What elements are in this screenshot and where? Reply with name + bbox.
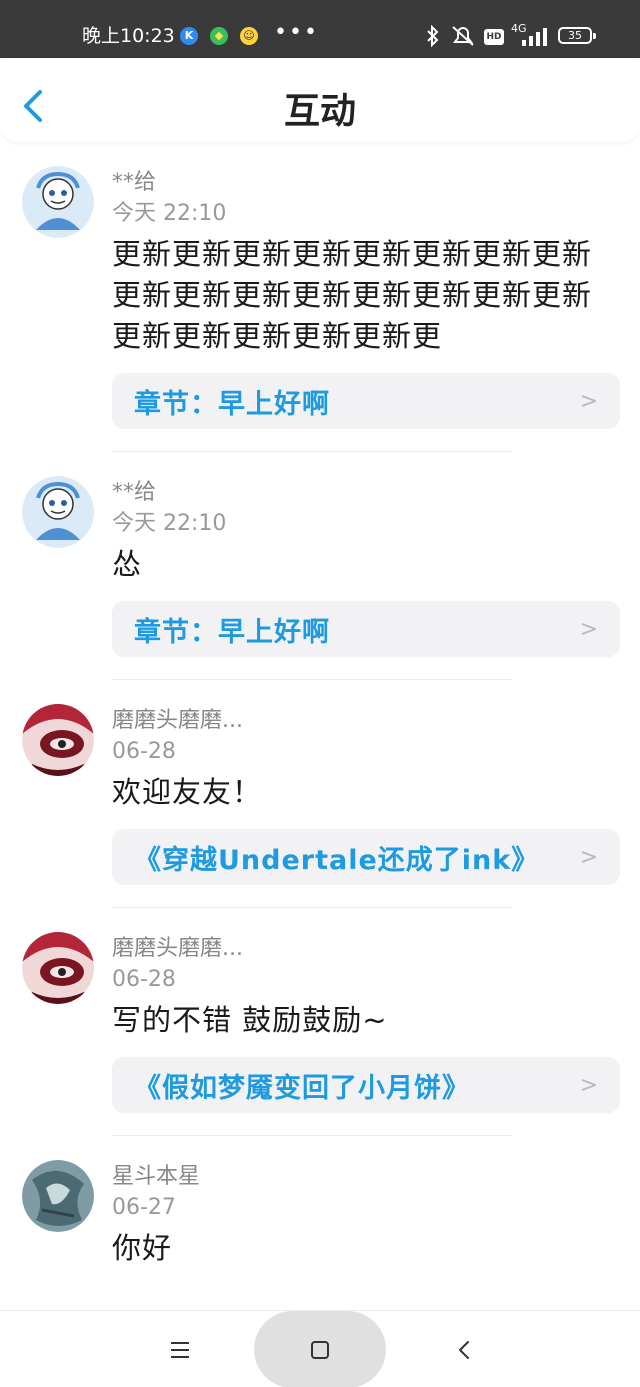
home-square-icon	[311, 1340, 329, 1359]
interaction-item: 星斗本星 06-27 你好	[0, 1136, 640, 1269]
timestamp: 06-28	[112, 739, 176, 764]
timestamp: 今天 22:10	[112, 201, 227, 226]
back-icon	[459, 1340, 469, 1359]
chapter-link-card[interactable]: 章节：早上好啊 >	[112, 601, 620, 657]
menu-icon	[171, 1341, 189, 1358]
nav-home-button[interactable]	[290, 1311, 350, 1387]
timestamp: 06-27	[112, 1195, 176, 1220]
hd-badge: HD	[484, 29, 504, 45]
signal-icon	[522, 28, 547, 46]
chevron-right-icon: >	[579, 1072, 598, 1098]
app-notification-icon-green: ◆	[210, 27, 228, 45]
interaction-item: **给 今天 22:10 怂 章节：早上好啊 >	[0, 452, 640, 680]
chevron-right-icon: >	[579, 844, 598, 870]
interaction-item: 磨磨头磨磨... 06-28 写的不错 鼓励鼓励~ 《假如梦魇变回了小月饼》 >	[0, 908, 640, 1136]
book-link-text: 《假如梦魇变回了小月饼》	[134, 1072, 470, 1104]
book-link-card[interactable]: 《穿越Undertale还成了ink》 >	[112, 829, 620, 885]
book-link-card[interactable]: 《假如梦魇变回了小月饼》 >	[112, 1057, 620, 1113]
app-notification-icon-yellow: ☺	[240, 27, 258, 45]
chevron-right-icon: >	[579, 388, 598, 414]
app-notification-icon-k: K	[180, 27, 198, 45]
chapter-link-text: 章节：早上好啊	[134, 388, 330, 420]
status-bar: 晚上10:23 K ◆ ☺ ••• HD 4G 35	[0, 0, 640, 58]
chapter-link-text: 章节：早上好啊	[134, 616, 330, 648]
user-avatar[interactable]	[22, 704, 94, 776]
mute-alarm-icon	[452, 26, 474, 46]
interaction-feed: **给 今天 22:10 更新更新更新更新更新更新更新更新更新更新更新更新更新更…	[0, 142, 640, 1310]
comment-content: 欢迎友友！	[112, 775, 263, 809]
bluetooth-icon	[427, 25, 439, 47]
user-avatar[interactable]	[22, 476, 94, 548]
more-notifications-icon: •••	[274, 20, 319, 45]
username: **给	[112, 480, 157, 505]
comment-content: 更新更新更新更新更新更新更新更新更新更新更新更新更新更新更新更新更新更新更新更新…	[112, 237, 593, 353]
nav-back-button[interactable]	[434, 1311, 494, 1387]
username: **给	[112, 170, 157, 195]
comment-content: 写的不错 鼓励鼓励~	[112, 1003, 388, 1037]
system-navigation-bar	[0, 1310, 640, 1387]
username: 磨磨头磨磨...	[112, 708, 243, 733]
page-title: 互动	[283, 91, 356, 132]
chapter-link-card[interactable]: 章节：早上好啊 >	[112, 373, 620, 429]
status-time: 晚上10:23	[82, 25, 175, 47]
username: 星斗本星	[112, 1164, 201, 1189]
user-avatar[interactable]	[22, 1160, 94, 1232]
user-avatar[interactable]	[22, 932, 94, 1004]
nav-menu-button[interactable]	[150, 1311, 210, 1387]
comment-content: 你好	[112, 1231, 173, 1265]
battery-indicator: 35	[558, 27, 596, 44]
username: 磨磨头磨磨...	[112, 936, 243, 961]
chevron-right-icon: >	[579, 616, 598, 642]
book-link-text: 《穿越Undertale还成了ink》	[134, 844, 540, 876]
interaction-item: 磨磨头磨磨... 06-28 欢迎友友！ 《穿越Undertale还成了ink》…	[0, 680, 640, 908]
comment-content: 怂	[112, 547, 143, 581]
timestamp: 今天 22:10	[112, 511, 227, 536]
user-avatar[interactable]	[22, 166, 94, 238]
page-header: 互动	[0, 58, 640, 142]
interaction-item: **给 今天 22:10 更新更新更新更新更新更新更新更新更新更新更新更新更新更…	[0, 142, 640, 452]
timestamp: 06-28	[112, 967, 176, 992]
